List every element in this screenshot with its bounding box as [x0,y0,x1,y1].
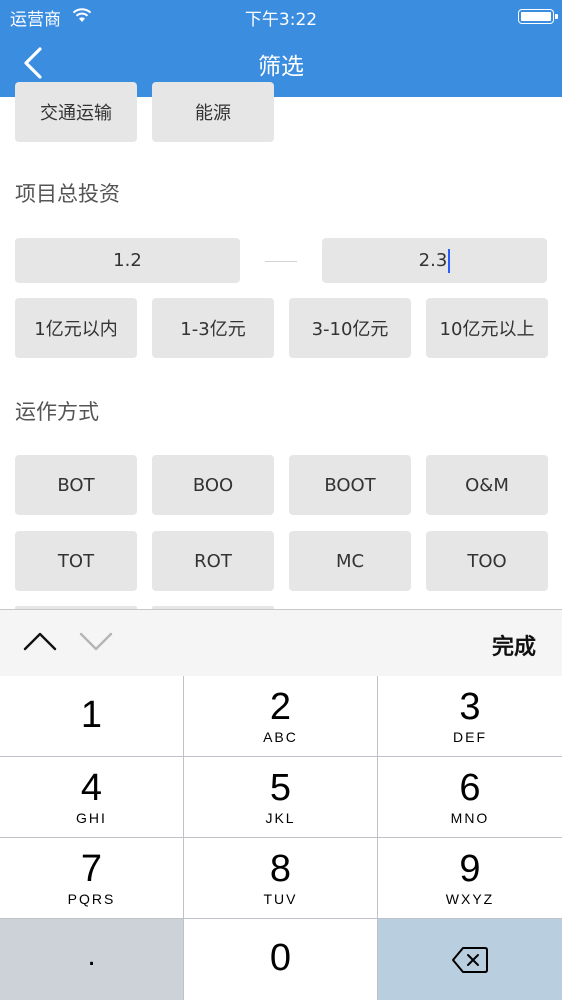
key-letters: DEF [453,729,487,745]
key-digit: 7 [80,848,103,890]
key-letters: JKL [265,810,296,826]
key-letters: MNO [450,810,490,826]
key-3[interactable]: 3 DEF [378,676,562,756]
key-digit: 0 [269,937,292,979]
chip-operation-mc[interactable]: MC [289,531,411,591]
chip-investment-1-3[interactable]: 1-3亿元 [152,298,274,358]
key-7[interactable]: 7 PQRS [0,838,183,918]
chip-operation-rot[interactable]: ROT [152,531,274,591]
chip-operation-boo[interactable]: BOO [152,455,274,515]
operation-section-label: 运作方式 [15,400,99,424]
investment-min-value: 1.2 [113,250,142,271]
chip-investment-under-1[interactable]: 1亿元以内 [15,298,137,358]
key-4[interactable]: 4 GHI [0,757,183,837]
key-digit: 4 [80,767,103,809]
key-9[interactable]: 9 WXYZ [378,838,562,918]
chip-industry-energy[interactable]: 能源 [152,82,274,142]
chip-investment-over-10[interactable]: 10亿元以上 [426,298,548,358]
key-digit: 3 [459,686,481,728]
numeric-keypad: 1 2 ABC 3 DEF 4 GHI 5 JKL 6 MNO 7 PQRS 8… [0,676,562,1000]
key-letters: ABC [263,729,298,745]
key-letters: PQRS [67,891,116,907]
chevron-up-icon [23,632,57,651]
next-field-button[interactable] [78,630,114,656]
key-digit: 5 [269,767,292,809]
key-letters: GHI [76,810,107,826]
battery-icon [518,9,558,24]
chip-investment-3-10[interactable]: 3-10亿元 [289,298,411,358]
text-caret [448,248,451,273]
backspace-icon [452,947,488,973]
key-8[interactable]: 8 TUV [184,838,377,918]
chip-operation-boot[interactable]: BOOT [289,455,411,515]
investment-max-input[interactable]: 2.3 [322,238,547,283]
key-2[interactable]: 2 ABC [184,676,377,756]
investment-max-value: 2.3 [418,250,448,271]
key-digit: 6 [459,767,481,809]
chip-operation-bot[interactable]: BOT [15,455,137,515]
status-time: 下午3:22 [244,10,318,30]
key-1[interactable]: 1 [0,676,183,756]
key-digit: 8 [269,848,292,890]
key-digit: 9 [459,848,481,890]
key-digit: . [87,939,96,972]
key-letters: TUV [263,891,298,907]
previous-field-button[interactable] [22,630,58,656]
status-bar: 运营商 下午3:22 [0,0,562,32]
key-decimal-point[interactable]: . [0,919,183,1000]
key-digit: 1 [80,694,103,736]
key-5[interactable]: 5 JKL [184,757,377,837]
investment-min-input[interactable]: 1.2 [15,238,240,283]
chip-operation-om[interactable]: O&M [426,455,548,515]
key-digit: 2 [269,686,292,728]
key-6[interactable]: 6 MNO [378,757,562,837]
key-0[interactable]: 0 [184,919,377,1000]
key-letters: WXYZ [445,891,495,907]
done-button[interactable]: 完成 [492,629,536,661]
chip-operation-too[interactable]: TOO [426,531,548,591]
delete-button[interactable] [378,919,562,1000]
chevron-down-icon [79,632,113,651]
chip-industry-transport[interactable]: 交通运输 [15,82,137,142]
chip-operation-tot[interactable]: TOT [15,531,137,591]
range-separator [265,261,297,262]
page-title: 筛选 [258,54,304,80]
keyboard-accessory-bar: 完成 [0,609,562,676]
investment-section-label: 项目总投资 [15,182,120,206]
